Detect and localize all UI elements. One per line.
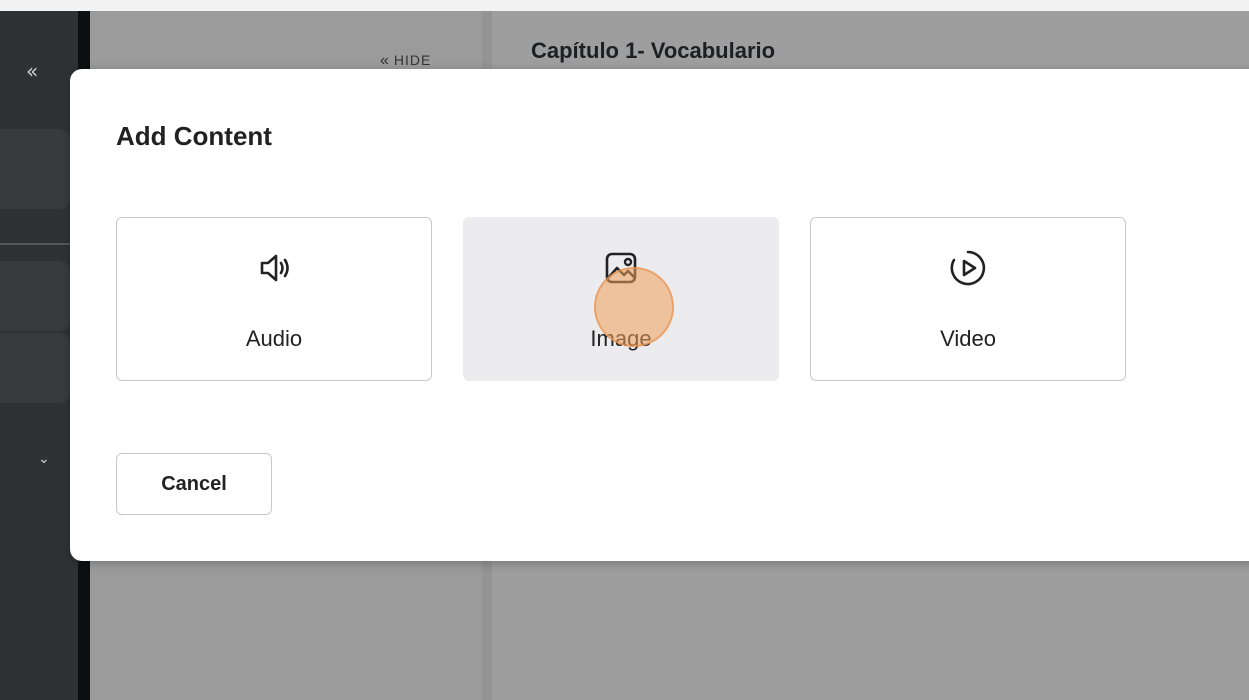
double-chevron-left-icon: « — [380, 52, 390, 69]
rail-divider — [0, 243, 78, 245]
hide-label: HIDE — [393, 52, 432, 68]
collapse-sidebar-icon[interactable]: « — [26, 61, 38, 81]
video-option[interactable]: Video — [810, 217, 1126, 381]
speaker-icon — [260, 254, 289, 282]
video-label: Video — [940, 326, 996, 351]
chevron-down-icon[interactable]: ⌄ — [38, 451, 50, 467]
click-indicator — [594, 267, 674, 347]
hide-panel-button[interactable]: «HIDE — [380, 52, 431, 70]
rail-item[interactable] — [0, 261, 70, 331]
modal-title: Add Content — [116, 121, 272, 151]
cancel-button[interactable]: Cancel — [116, 453, 272, 515]
play-circle-icon — [950, 250, 986, 286]
chapter-title: Capítulo 1- Vocabulario — [531, 38, 776, 63]
add-content-modal: Add Content Audio Image V — [70, 69, 1249, 561]
audio-option[interactable]: Audio — [116, 217, 432, 381]
top-strip — [0, 0, 1249, 11]
left-rail: « ⌄ — [0, 11, 78, 700]
rail-item[interactable] — [0, 129, 70, 209]
rail-item[interactable] — [0, 333, 70, 403]
audio-label: Audio — [245, 326, 303, 351]
app-window: « ⌄ «HIDE Capítulo 1- Vocabulario Add Co… — [0, 0, 1249, 700]
